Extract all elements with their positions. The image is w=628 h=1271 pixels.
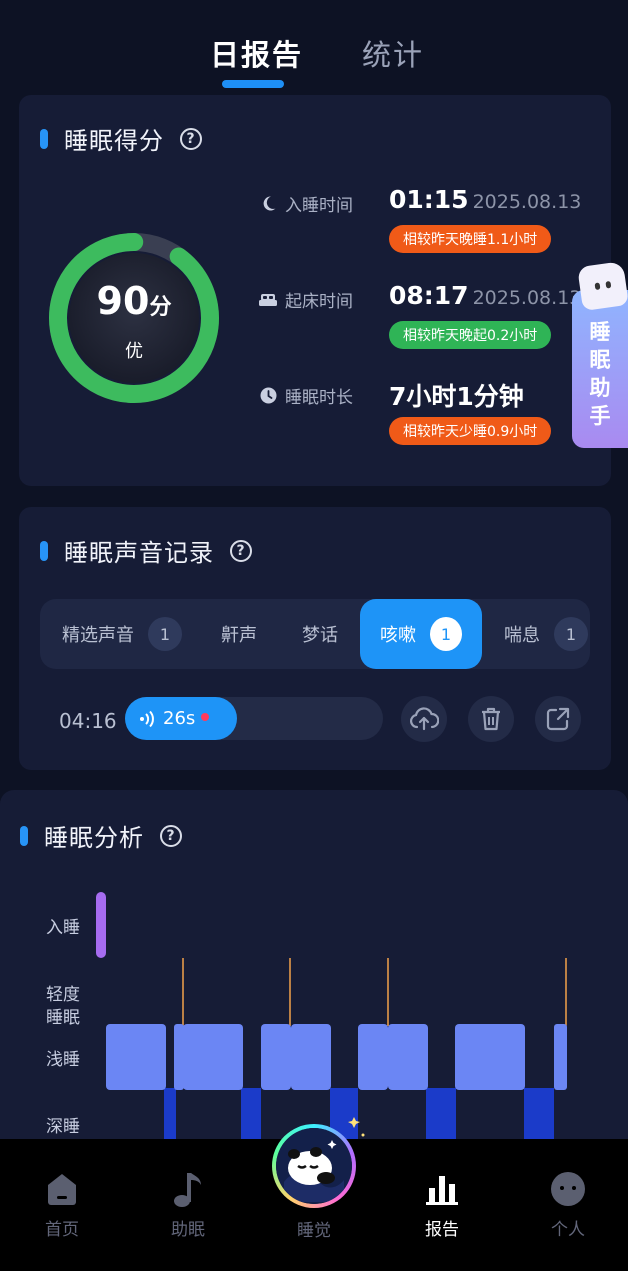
help-icon[interactable]: ? (180, 127, 202, 150)
sound-category-tabs: 精选声音 1 鼾声 梦话 咳嗽 1 喘息 1 (40, 599, 590, 669)
unplayed-dot (201, 712, 210, 721)
cloud-upload-icon (409, 707, 439, 731)
sound-tab-label: 梦话 (302, 625, 338, 646)
tab-statistics[interactable]: 统计 (362, 32, 424, 74)
tab-daily-report[interactable]: 日报告 (210, 32, 303, 74)
sleep-time-compare-badge: 相较昨天晚睡1.1小时 (389, 225, 552, 253)
sound-tab-count: 1 (430, 617, 462, 651)
score-ring: 90分 优 (47, 231, 221, 405)
moon-icon (259, 195, 277, 213)
duration-compare-badge: 相较昨天少睡0.9小时 (389, 417, 552, 445)
avatar-icon (528, 1169, 608, 1209)
stage-shallow-sleep (358, 1024, 388, 1090)
sound-tab-snore[interactable]: 鼾声 (221, 599, 257, 669)
audio-player-bar[interactable]: 26s (125, 697, 383, 740)
sleep-time-value: 01:15 2025.08.13 (389, 185, 581, 214)
audio-play-button[interactable]: 26s (125, 697, 237, 740)
wake-time-clock: 08:17 (389, 281, 469, 310)
stage-shallow-sleep (106, 1024, 166, 1090)
sleep-time-clock: 01:15 (389, 185, 469, 214)
sound-tab-sleep-talk[interactable]: 梦话 (302, 599, 338, 669)
wake-time-date: 2025.08.13 (472, 287, 582, 309)
sleep-time-date: 2025.08.13 (472, 191, 582, 213)
nav-report-label: 报告 (425, 1220, 459, 1240)
nav-sleep-aid[interactable]: 助眠 (148, 1169, 228, 1240)
assistant-mascot-icon[interactable] (577, 261, 628, 311)
sparkle-icon (361, 1133, 365, 1137)
bed-icon (259, 291, 277, 309)
sleep-time-label: 入睡时间 (259, 191, 353, 216)
duration-label: 睡眠时长 (259, 383, 353, 408)
duration-label-text: 睡眠时长 (285, 388, 353, 408)
duration-value: 7小时1分钟 (389, 382, 524, 411)
top-tab-bar: 日报告 统计 (0, 0, 628, 90)
nav-report[interactable]: 报告 (402, 1169, 482, 1240)
panda-icon (276, 1128, 352, 1204)
sleep-score-title-row: 睡眠得分 ? (40, 121, 202, 156)
sound-tab-label: 咳嗽 (380, 625, 416, 646)
sleep-time-label-text: 入睡时间 (285, 196, 353, 216)
home-icon (22, 1169, 102, 1209)
sound-tab-selected[interactable]: 精选声音 1 (62, 599, 182, 669)
share-button[interactable] (535, 696, 581, 742)
sound-tab-wheeze[interactable]: 喘息 1 (504, 599, 588, 669)
stage-shallow-sleep (388, 1024, 428, 1090)
recording-time: 04:16 (59, 709, 117, 733)
sleep-assistant-label: 睡眠助手 (589, 320, 611, 428)
sound-title-row: 睡眠声音记录 ? (40, 533, 252, 568)
sound-tab-cough[interactable]: 咳嗽 1 (360, 599, 482, 669)
sound-card-title: 睡眠声音记录 (64, 539, 214, 567)
stage-shallow-sleep (261, 1024, 291, 1090)
nav-me-label: 个人 (551, 1220, 585, 1240)
nav-home[interactable]: 首页 (22, 1169, 102, 1240)
score-value: 90分 (47, 279, 221, 323)
delete-button[interactable] (468, 696, 514, 742)
nav-profile[interactable]: 个人 (528, 1169, 608, 1240)
sound-tab-label: 精选声音 (62, 625, 134, 646)
sound-tab-label: 鼾声 (221, 625, 257, 646)
sleep-start-button[interactable] (272, 1124, 356, 1208)
title-accent-bar (40, 128, 48, 149)
sleep-score-title: 睡眠得分 (64, 127, 164, 155)
trash-icon (480, 707, 502, 731)
title-accent-bar (40, 540, 48, 561)
stage-shallow-sleep (554, 1024, 567, 1090)
stage-shallow-sleep (291, 1024, 331, 1090)
nav-sleep-label[interactable]: 睡觉 (272, 1216, 356, 1241)
score-unit: 分 (149, 295, 172, 320)
nav-home-label: 首页 (45, 1220, 79, 1240)
active-tab-indicator (222, 80, 284, 88)
share-icon (546, 707, 570, 731)
recording-duration: 26s (163, 708, 196, 729)
clock-icon (259, 387, 277, 405)
bar-chart-icon (402, 1169, 482, 1209)
sleep-assistant-button[interactable]: 睡眠助手 (572, 290, 628, 448)
upload-cloud-button[interactable] (401, 696, 447, 742)
nav-aid-label: 助眠 (171, 1220, 205, 1240)
stage-shallow-sleep (183, 1024, 243, 1090)
sound-tab-label: 喘息 (504, 625, 540, 646)
stage-fall-asleep (96, 892, 106, 958)
score-grade: 优 (125, 341, 143, 362)
sound-tab-count: 1 (148, 617, 182, 651)
sound-wave-icon (139, 710, 155, 728)
wake-time-compare-badge: 相较昨天晚起0.2小时 (389, 321, 552, 349)
wake-time-value: 08:17 2025.08.13 (389, 281, 581, 310)
wake-time-label-text: 起床时间 (285, 292, 353, 312)
music-note-icon (148, 1169, 228, 1209)
score-number: 90 (96, 279, 150, 323)
help-icon[interactable]: ? (230, 539, 252, 562)
wake-time-label: 起床时间 (259, 287, 353, 312)
stage-shallow-sleep (174, 1024, 184, 1090)
sound-tab-count: 1 (554, 617, 588, 651)
stage-shallow-sleep (455, 1024, 525, 1090)
sleep-sound-card: 睡眠声音记录 ? 精选声音 1 鼾声 梦话 咳嗽 1 喘息 1 04:16 26… (19, 507, 611, 770)
sleep-score-card: 睡眠得分 ? 90分 优 入睡时间 01:15 2025.08.13 相较昨天晚睡… (19, 95, 611, 486)
